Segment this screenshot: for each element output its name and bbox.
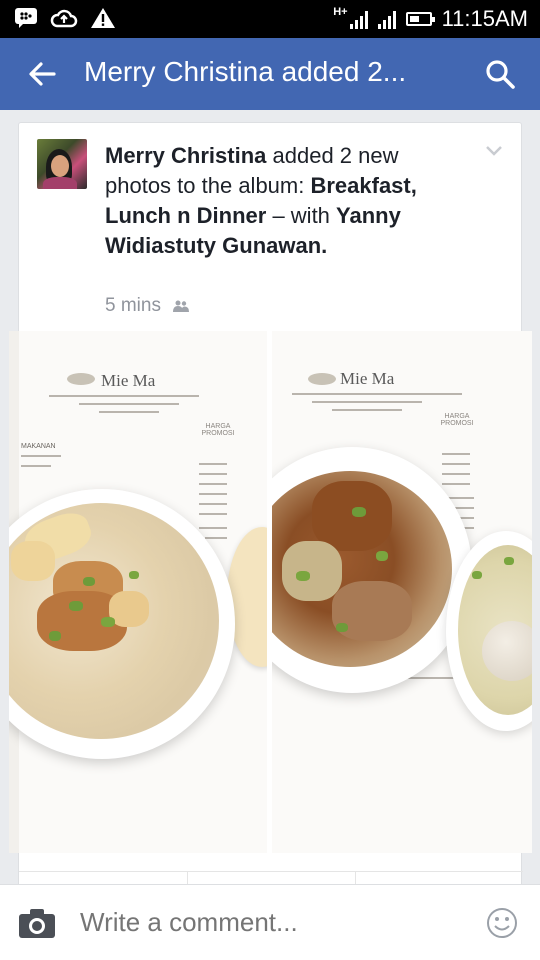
photo-2[interactable]: Mie Ma HARGA PROMOSI [272,331,532,853]
photo-1[interactable]: Mie Ma HARGA PROMOSI MAKANAN [9,331,267,853]
menu-title: Mie Ma [101,371,156,390]
chevron-down-icon[interactable] [485,145,503,157]
comment-input[interactable] [80,907,460,938]
comment-bar [0,884,540,960]
promo-label: HARGA PROMOSI [440,413,474,427]
status-right: H+ 11:15AM [333,6,528,32]
clock: 11:15AM [441,6,528,31]
bbm-icon [14,7,38,29]
friends-icon [172,300,189,312]
smiley-icon[interactable] [486,907,518,939]
post-text: Merry Christina added 2 new photos to th… [105,141,445,261]
post-time[interactable]: 5 mins [105,295,161,317]
post-timestamp: 5 mins [105,295,189,317]
camera-icon[interactable] [18,907,56,939]
avatar[interactable] [37,139,87,189]
warning-icon [90,7,116,29]
battery-icon [405,12,435,26]
cloud-upload-icon [50,7,78,29]
menu-heading: MAKANAN [21,443,56,450]
menu-title: Mie Ma [340,369,395,388]
post-card: Merry Christina added 2 new photos to th… [9,122,532,894]
status-left-icons [14,7,116,29]
status-bar: H+ 11:15AM [0,0,540,38]
author-name[interactable]: Merry Christina [105,143,266,168]
arrow-left-icon[interactable] [26,58,58,90]
promo-label: HARGA PROMOSI [201,423,235,437]
signal-icon [349,9,368,29]
search-icon[interactable] [484,58,516,90]
signal-icon [377,9,396,29]
with-text: – with [266,203,337,228]
post-suffix: . [321,233,328,258]
app-bar: Merry Christina added 2... [0,38,540,110]
page-title: Merry Christina added 2... [84,56,407,87]
network-type: H+ [333,6,348,18]
